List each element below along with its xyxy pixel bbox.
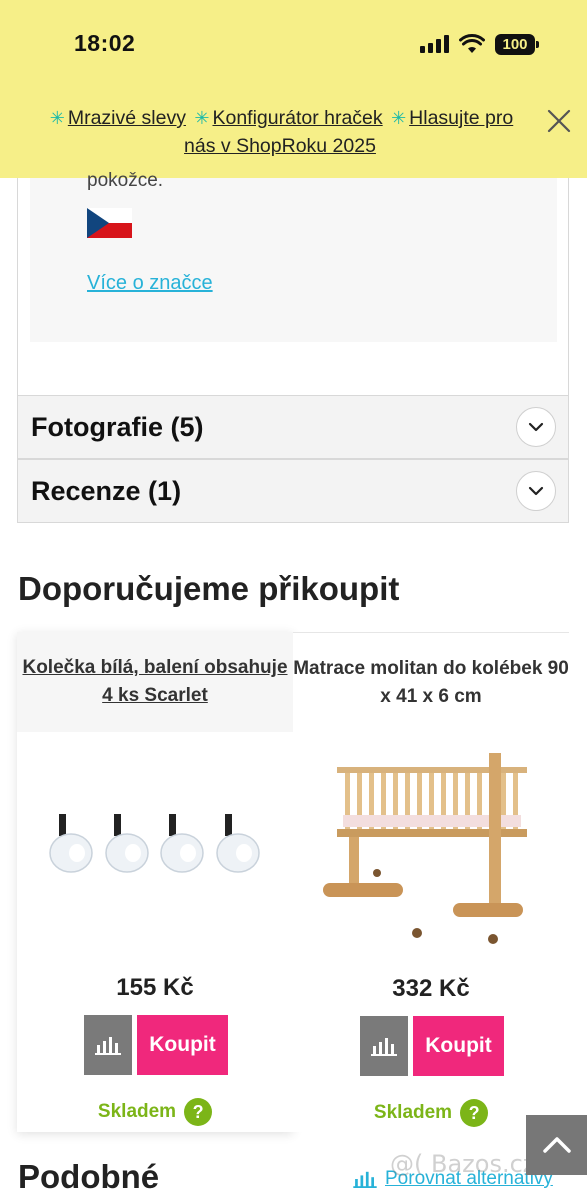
accordion-reviews[interactable]: Recenze (1) bbox=[17, 459, 569, 523]
chevron-down-icon[interactable] bbox=[516, 407, 556, 447]
buy-button[interactable]: Koupit bbox=[137, 1015, 228, 1075]
stock-status: Skladem ? bbox=[17, 1098, 293, 1126]
battery-icon: 100 bbox=[495, 33, 539, 55]
product-image[interactable] bbox=[293, 733, 569, 953]
chevron-down-icon[interactable] bbox=[516, 471, 556, 511]
close-icon[interactable] bbox=[546, 108, 572, 134]
product-title[interactable]: Kolečka bílá, balení obsahuje 4 ks Scarl… bbox=[17, 654, 293, 710]
bar-chart-icon bbox=[95, 1037, 121, 1055]
czech-flag-icon bbox=[87, 208, 132, 238]
product-image[interactable] bbox=[17, 732, 293, 952]
bar-chart-icon bbox=[371, 1038, 397, 1056]
signal-icon bbox=[420, 35, 449, 53]
caster-wheels-image bbox=[49, 814, 260, 873]
wifi-icon bbox=[459, 34, 485, 53]
help-icon[interactable]: ? bbox=[184, 1098, 213, 1126]
product-price: 332 Kč bbox=[392, 975, 470, 1002]
sparkle-icon: ✳ bbox=[194, 108, 210, 128]
scroll-to-top-button[interactable] bbox=[526, 1115, 587, 1175]
accordion-photos-label: Fotografie (5) bbox=[31, 411, 204, 442]
compare-button[interactable] bbox=[360, 1016, 408, 1076]
banner-links: ✳ Mrazivé slevy ✳ Konfigurátor hraček ✳ Hla… bbox=[30, 104, 530, 160]
section-title: Doporučujeme přikoupit bbox=[18, 570, 400, 607]
promo-banner: 18:02 100 ✳ Mrazivé slevy ✳ Konfigurátor h… bbox=[0, 0, 587, 178]
product-price: 155 Kč bbox=[116, 974, 194, 1001]
watermark: @( Bazos.cz bbox=[390, 1150, 536, 1178]
stock-label: Skladem bbox=[97, 1101, 177, 1122]
brand-info-box: pokožce. Více o značce bbox=[30, 170, 557, 342]
brand-more-link[interactable]: Více o značce bbox=[87, 272, 213, 295]
status-time: 18:02 bbox=[74, 30, 136, 56]
accordion-reviews-label: Recenze (1) bbox=[31, 475, 182, 506]
bar-chart-icon bbox=[353, 1171, 377, 1188]
sparkle-icon: ✳ bbox=[391, 108, 407, 128]
stock-label: Skladem bbox=[373, 1102, 453, 1123]
compare-button[interactable] bbox=[84, 1015, 132, 1075]
cradle-image bbox=[323, 733, 543, 953]
accordion-photos[interactable]: Fotografie (5) bbox=[17, 395, 569, 459]
similar-title: Podobné bbox=[18, 1158, 160, 1195]
banner-link-configurator[interactable]: Konfigurátor hraček bbox=[212, 107, 382, 129]
product-card: Kolečka bílá, balení obsahuje 4 ks Scarl… bbox=[17, 632, 293, 1132]
product-card: Matrace molitan do kolébek 90 x 41 x 6 c… bbox=[293, 632, 569, 1132]
brand-card: pokožce. Více o značce bbox=[17, 170, 569, 396]
banner-link-sale[interactable]: Mrazivé slevy bbox=[68, 107, 186, 129]
help-icon[interactable]: ? bbox=[460, 1099, 489, 1127]
buy-button[interactable]: Koupit bbox=[413, 1016, 504, 1076]
chevron-up-icon bbox=[542, 1137, 571, 1153]
status-icons: 100 bbox=[420, 32, 539, 56]
brand-description: pokožce. bbox=[87, 170, 164, 191]
product-title[interactable]: Matrace molitan do kolébek 90 x 41 x 6 c… bbox=[293, 655, 569, 711]
sparkle-icon: ✳ bbox=[49, 108, 65, 128]
